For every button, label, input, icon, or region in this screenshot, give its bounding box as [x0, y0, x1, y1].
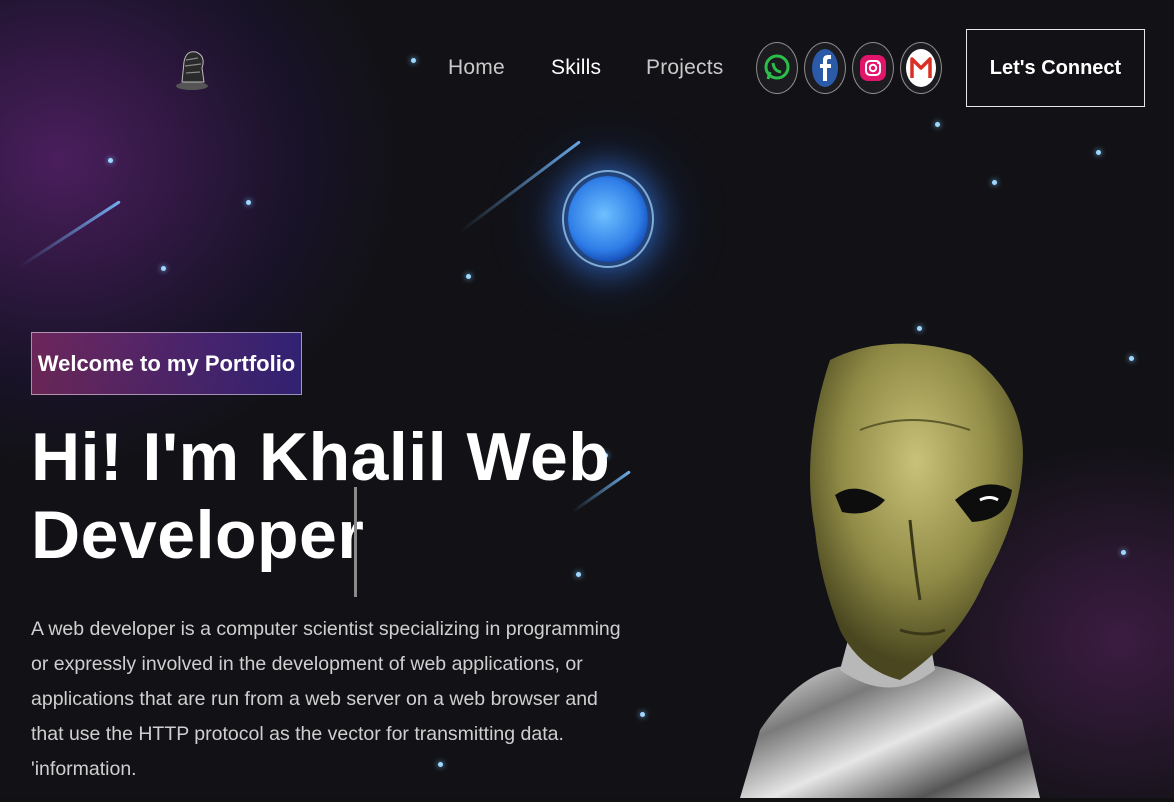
whatsapp-link[interactable] — [756, 42, 798, 94]
facebook-icon — [812, 49, 838, 87]
nav-projects[interactable]: Projects — [646, 56, 723, 80]
welcome-tagline: Welcome to my Portfolio — [31, 332, 302, 395]
whatsapp-icon — [764, 54, 790, 80]
facebook-link[interactable] — [804, 42, 846, 94]
hero-description: A web developer is a computer scientist … — [31, 618, 621, 780]
nav-home[interactable]: Home — [448, 56, 505, 80]
nav-skills[interactable]: Skills — [551, 56, 601, 80]
typing-cursor — [354, 487, 357, 597]
gmail-link[interactable] — [900, 42, 942, 94]
instagram-link[interactable] — [852, 42, 894, 94]
alien-illustration — [740, 340, 1040, 798]
hero-headline: Hi! I'm Khalil Web Developer — [31, 419, 611, 573]
gmail-icon — [906, 49, 936, 87]
instagram-icon — [860, 55, 886, 81]
lets-connect-button[interactable]: Let's Connect — [966, 29, 1145, 107]
site-logo[interactable] — [172, 46, 212, 92]
glowing-planet — [562, 170, 654, 268]
